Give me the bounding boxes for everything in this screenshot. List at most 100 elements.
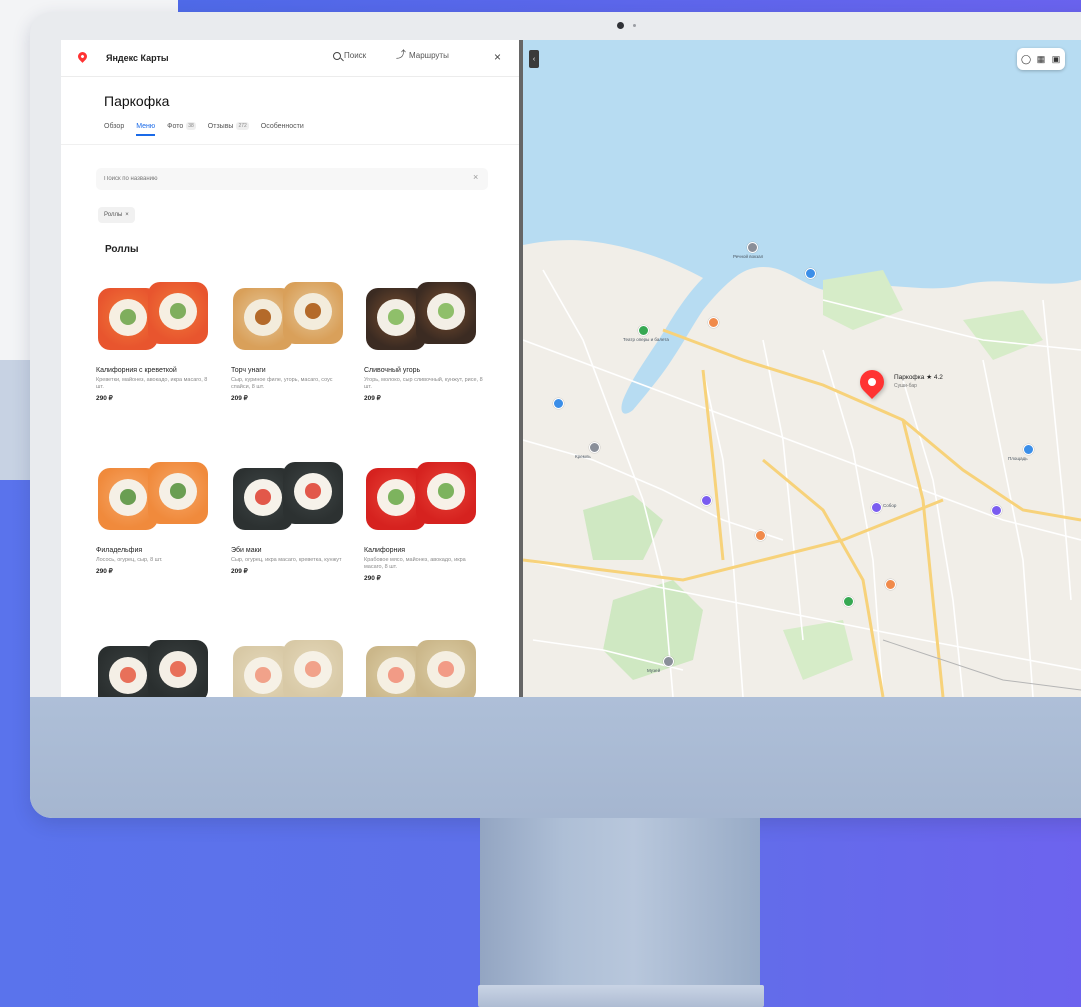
traffic-icon[interactable]: ▦ — [1036, 54, 1046, 64]
poi-shop-icon[interactable] — [871, 502, 882, 513]
tab-overview[interactable]: Обзор — [104, 122, 124, 130]
layers-icon[interactable]: ◯ — [1021, 54, 1031, 64]
menu-item-price: 290 ₽ — [96, 568, 113, 575]
menu-item-card[interactable]: Эби маки Сыр, огурец, икра масаго, кревет… — [231, 460, 351, 575]
menu-item-name: Калифорния с креветкой — [96, 367, 177, 374]
tab-label: Особенности — [260, 122, 304, 130]
menu-item-card[interactable] — [96, 638, 216, 697]
menu-item-photo — [364, 280, 484, 360]
search-button-label: Поиск — [344, 51, 367, 60]
tab-label: Отзывы — [207, 122, 234, 130]
menu-item-price: 290 ₽ — [364, 575, 381, 582]
sushi-roll — [416, 640, 476, 697]
sushi-roll — [148, 640, 208, 697]
tab-photos[interactable]: Фото 38 — [167, 122, 196, 130]
route-icon: ⤴ — [396, 49, 406, 61]
poi-landmark-icon[interactable] — [589, 442, 600, 453]
place-title: Паркофка — [104, 93, 170, 109]
tab-features[interactable]: Особенности — [261, 122, 304, 130]
menu-item-name: Торч унаги — [231, 367, 266, 374]
sushi-roll — [416, 282, 476, 344]
map-view[interactable]: ‹ ◯ ▦ ▣ Речной вокзал Театр оперы и бале… — [523, 40, 1081, 697]
poi-label: Театр оперы и балета — [623, 337, 669, 342]
menu-item-description: Креветки, майонез, авокадо, икра масаго,… — [96, 377, 208, 390]
poi-landmark-icon[interactable] — [663, 656, 674, 667]
menu-item-card[interactable]: Филадельфия Лосось, огурец, сыр, 8 шт. 290… — [96, 460, 216, 575]
search-icon — [333, 51, 341, 60]
menu-item-card[interactable] — [231, 638, 351, 697]
tab-menu[interactable]: Меню — [136, 122, 156, 136]
menu-item-photo — [231, 638, 351, 697]
menu-item-description: Лосось, огурец, сыр, 8 шт. — [96, 557, 163, 563]
menu-item-card[interactable]: Калифорния с креветкой Креветки, майонез,… — [96, 280, 216, 402]
tabs-divider — [61, 144, 519, 145]
menu-item-photo — [364, 460, 484, 540]
tab-label: Фото — [167, 122, 184, 130]
place-tabs: Обзор Меню Фото 38 Отзывы 272 Особенности — [104, 122, 304, 136]
menu-item-description: Сыр, куриное филе, угорь, масаго, соус с… — [231, 377, 333, 390]
menu-item-card[interactable] — [364, 638, 484, 697]
menu-item-photo — [231, 460, 351, 540]
map-controls: ◯ ▦ ▣ — [1017, 48, 1065, 70]
poi-food-icon[interactable] — [708, 317, 719, 328]
chip-remove-icon[interactable]: × — [125, 212, 129, 218]
tab-reviews[interactable]: Отзывы 272 — [208, 122, 249, 130]
poi-label: Музей — [647, 668, 661, 673]
poi-transport-icon[interactable] — [553, 398, 564, 409]
background-stripe — [178, 0, 1081, 12]
poi-transport-icon[interactable] — [805, 268, 816, 279]
menu-item-description: Угорь, молоко, сыр сливочный, кунжут, ри… — [364, 377, 483, 390]
search-button[interactable]: Поиск — [333, 51, 366, 60]
tab-label: Обзор — [104, 122, 125, 130]
menu-item-card[interactable]: Сливочный угорь Угорь, молоко, сыр сливоч… — [364, 280, 484, 402]
collapse-panel-button[interactable]: ‹ — [529, 50, 539, 68]
monitor-stand — [480, 818, 760, 990]
sushi-roll — [148, 282, 208, 344]
transport-icon[interactable]: ▣ — [1051, 54, 1061, 64]
place-pin-label[interactable]: Паркофка ★ 4.2 Суши-бар — [894, 374, 943, 390]
filter-chip[interactable]: Роллы × — [98, 207, 135, 223]
sushi-roll — [283, 282, 343, 344]
poi-transport-icon[interactable] — [1023, 444, 1034, 455]
menu-item-price: 209 ₽ — [364, 395, 381, 402]
poi-museum-icon[interactable] — [747, 242, 758, 253]
menu-item-price: 209 ₽ — [231, 395, 248, 402]
sushi-roll — [283, 640, 343, 697]
menu-item-card[interactable]: Калифорния Крабовое мясо, майонез, авокад… — [364, 460, 484, 582]
menu-item-photo — [96, 638, 216, 697]
menu-item-name: Сливочный угорь — [364, 367, 421, 374]
pin-category: Суши-бар — [894, 383, 917, 389]
poi-food-icon[interactable] — [755, 530, 766, 541]
menu-item-photo — [96, 460, 216, 540]
poi-label: Кремль — [575, 454, 591, 459]
tab-label: Меню — [136, 122, 156, 130]
top-bar: Яндекс Карты Поиск ⤴ Маршруты × — [61, 40, 519, 77]
routes-button-label: Маршруты — [409, 51, 449, 60]
map-canvas — [523, 40, 1081, 697]
poi-label: Собор — [883, 503, 897, 508]
poi-label: Площадь — [1008, 456, 1028, 461]
poi-park-icon[interactable] — [843, 596, 854, 607]
menu-item-card[interactable]: Торч унаги Сыр, куриное филе, угорь, маса… — [231, 280, 351, 402]
menu-search-box[interactable]: × — [96, 168, 488, 190]
clear-icon[interactable]: × — [473, 172, 478, 182]
map-pin-logo-icon[interactable] — [76, 50, 89, 63]
sushi-roll — [148, 462, 208, 524]
poi-park-icon[interactable] — [638, 325, 649, 336]
monitor-chin — [30, 697, 1081, 818]
routes-button[interactable]: ⤴ Маршруты — [396, 49, 449, 61]
menu-search-input[interactable] — [104, 172, 464, 186]
menu-item-name: Филадельфия — [96, 547, 143, 554]
menu-item-description: Крабовое мясо, майонез, авокадо, икра ма… — [364, 557, 466, 570]
sushi-roll — [416, 462, 476, 524]
sushi-roll — [283, 462, 343, 524]
camera-sensor — [633, 24, 636, 27]
tab-count-badge: 38 — [186, 122, 196, 130]
poi-food-icon[interactable] — [885, 579, 896, 590]
poi-shop-icon[interactable] — [991, 505, 1002, 516]
menu-section-title: Роллы — [105, 244, 139, 255]
menu-item-description: Сыр, огурец, икра масаго, креветка, кунж… — [231, 557, 342, 563]
poi-shop-icon[interactable] — [701, 495, 712, 506]
brand-name[interactable]: Яндекс Карты — [106, 53, 169, 63]
close-icon[interactable]: × — [494, 50, 501, 64]
